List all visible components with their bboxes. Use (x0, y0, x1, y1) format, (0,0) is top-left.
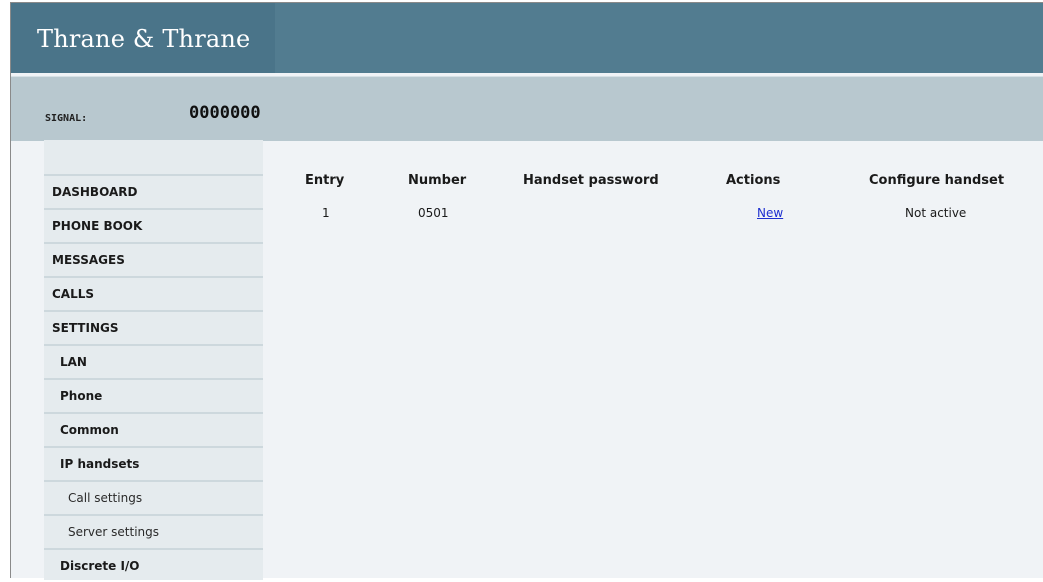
column-header-actions: Actions (726, 173, 781, 188)
sidebar-item-messages[interactable]: MESSAGES (44, 242, 263, 276)
sidebar-item-settings[interactable]: SETTINGS (44, 310, 263, 344)
sidebar-item-phone-book[interactable]: PHONE BOOK (44, 208, 263, 242)
column-header-number: Number (408, 173, 467, 188)
column-header-handset-password: Handset password (523, 173, 659, 188)
column-header-entry: Entry (305, 173, 345, 188)
new-action-link[interactable]: New (757, 206, 783, 220)
sidebar-nav: DASHBOARD PHONE BOOK MESSAGES CALLS SETT… (44, 140, 263, 580)
sidebar-item-dashboard[interactable]: DASHBOARD (44, 174, 263, 208)
sidebar-item-calls[interactable]: CALLS (44, 276, 263, 310)
sidebar-item-ip-handsets[interactable]: IP handsets (44, 446, 263, 480)
signal-label: SIGNAL: (45, 113, 88, 124)
header: Thrane & Thrane (11, 3, 1043, 73)
app-frame: Thrane & Thrane SIGNAL: 0000000 DASHBOAR… (10, 2, 1043, 580)
sidebar-item-server-settings[interactable]: Server settings (44, 514, 263, 548)
sidebar-item-call-settings[interactable]: Call settings (44, 480, 263, 514)
sidebar-item-phone[interactable]: Phone (44, 378, 263, 412)
signal-meter: 0000000 (189, 103, 261, 123)
sidebar-item-common[interactable]: Common (44, 412, 263, 446)
cell-number: 0501 (418, 206, 449, 220)
cell-entry: 1 (322, 206, 330, 220)
signal-bar: SIGNAL: 0000000 (11, 76, 1043, 141)
sidebar-item-lan[interactable]: LAN (44, 344, 263, 378)
column-header-configure-handset: Configure handset (869, 173, 1005, 188)
brand-logo: Thrane & Thrane (37, 25, 251, 53)
cell-configure-status: Not active (905, 206, 967, 220)
